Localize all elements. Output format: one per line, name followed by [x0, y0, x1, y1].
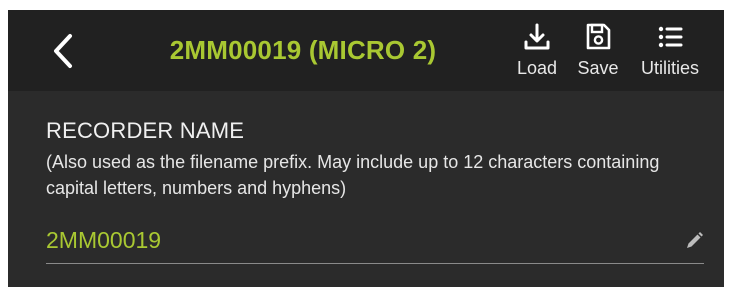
pencil-icon[interactable] [684, 231, 704, 251]
load-label: Load [516, 58, 558, 78]
save-label: Save [577, 58, 619, 78]
utilities-button[interactable]: Utilities [632, 20, 708, 84]
download-icon [523, 20, 551, 54]
recorder-settings-screen: 2MM00019 (MICRO 2) Load Save Utilities R… [8, 10, 724, 287]
save-button[interactable]: Save [573, 20, 623, 84]
utilities-label: Utilities [640, 58, 699, 78]
back-button[interactable] [46, 32, 80, 70]
recorder-name-field[interactable]: 2MM00019 [46, 217, 704, 264]
save-icon [584, 20, 612, 54]
chevron-left-icon [54, 34, 72, 68]
list-icon [656, 20, 684, 54]
recorder-name-heading: RECORDER NAME [46, 118, 245, 143]
load-button[interactable]: Load [512, 20, 562, 84]
recorder-name-description: (Also used as the filename prefix. May i… [46, 152, 660, 198]
top-bar: 2MM00019 (MICRO 2) Load Save Utilities [8, 10, 724, 91]
recorder-name-value: 2MM00019 [46, 227, 162, 253]
page-title: 2MM00019 (MICRO 2) [169, 35, 437, 65]
